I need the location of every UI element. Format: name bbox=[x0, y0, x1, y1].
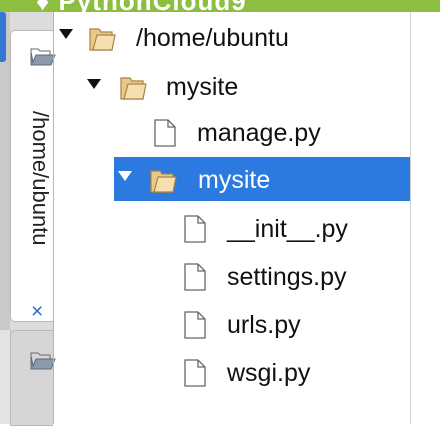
tree-node-label: /home/ubuntu bbox=[136, 24, 289, 52]
tree-node-label: urls.py bbox=[227, 311, 301, 339]
rail-active-indicator bbox=[0, 12, 6, 62]
tree-node-package-selected[interactable]: mysite bbox=[114, 157, 410, 201]
tree-node-file[interactable]: wsgi.py bbox=[54, 352, 410, 396]
expand-arrow-icon[interactable] bbox=[59, 29, 73, 39]
file-icon bbox=[154, 119, 176, 147]
folder-icon bbox=[120, 77, 147, 100]
tree-node-label: __init__.py bbox=[227, 215, 348, 243]
folder-icon bbox=[150, 170, 177, 193]
file-icon bbox=[184, 359, 206, 387]
expand-arrow-icon[interactable] bbox=[87, 79, 101, 89]
tree-node-label: manage.py bbox=[197, 119, 321, 147]
tree-node-label: wsgi.py bbox=[227, 359, 311, 387]
secondary-tab[interactable] bbox=[10, 330, 56, 426]
tree-node-label: mysite bbox=[198, 166, 271, 194]
workspace-tab[interactable]: /home/ubuntu × bbox=[10, 30, 56, 322]
top-banner: ♦ PythonCloud9 bbox=[0, 0, 440, 16]
tree-node-file[interactable]: manage.py bbox=[54, 112, 410, 156]
folder-icon bbox=[89, 28, 116, 51]
file-icon bbox=[184, 215, 206, 243]
file-tree: /home/ubuntu mysite manage.py mysite __i… bbox=[54, 12, 410, 424]
close-tab-icon[interactable]: × bbox=[31, 301, 43, 322]
file-icon bbox=[184, 311, 206, 339]
tree-node-file[interactable]: __init__.py bbox=[54, 208, 410, 252]
tree-node-label: mysite bbox=[166, 73, 239, 101]
scrollbar-track[interactable] bbox=[410, 12, 440, 424]
expand-arrow-icon[interactable] bbox=[118, 171, 132, 181]
tree-node-label: settings.py bbox=[227, 263, 347, 291]
tree-node-project[interactable]: mysite bbox=[54, 64, 410, 108]
file-icon bbox=[184, 263, 206, 291]
workspace-tab-label: /home/ubuntu bbox=[28, 111, 53, 246]
tree-node-file[interactable]: settings.py bbox=[54, 256, 410, 300]
tree-node-root[interactable]: /home/ubuntu bbox=[54, 16, 410, 60]
tree-node-file[interactable]: urls.py bbox=[54, 304, 410, 348]
